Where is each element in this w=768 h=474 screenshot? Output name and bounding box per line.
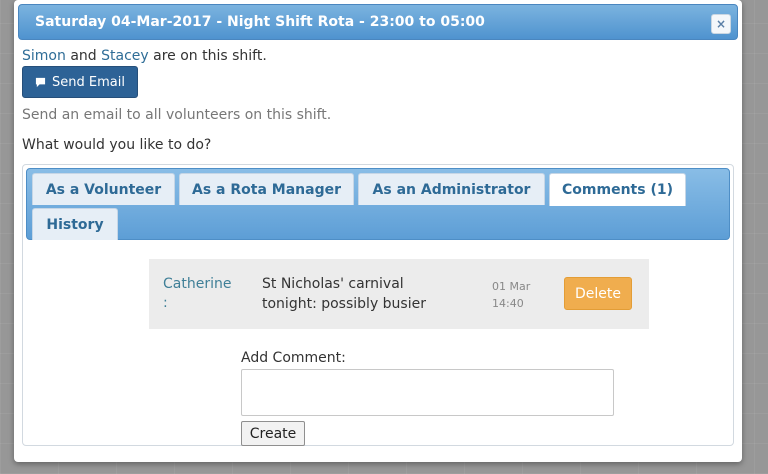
tab-administrator[interactable]: As an Administrator xyxy=(358,173,545,205)
tab-comments-label: Comments (1) xyxy=(562,182,673,198)
comment-date: 01 Mar xyxy=(492,280,531,293)
close-button[interactable]: × xyxy=(711,14,731,34)
tab-rota-manager-label: As a Rota Manager xyxy=(192,181,341,198)
tab-history-label: History xyxy=(46,216,104,233)
comment-item: Catherine : St Nicholas' carnival tonigh… xyxy=(149,259,649,329)
tab-comments[interactable]: Comments (1) xyxy=(549,173,686,206)
tab-history[interactable]: History xyxy=(32,208,118,240)
dialog-title: Saturday 04-Mar-2017 - Night Shift Rota … xyxy=(35,14,485,30)
comment-icon xyxy=(35,77,46,87)
send-email-button[interactable]: Send Email xyxy=(22,66,138,98)
tab-rota-manager[interactable]: As a Rota Manager xyxy=(179,173,354,205)
actions-panel: As a Volunteer As a Rota Manager As an A… xyxy=(22,164,734,446)
tab-administrator-label: As an Administrator xyxy=(372,181,531,198)
send-email-description: Send an email to all volunteers on this … xyxy=(22,107,332,123)
volunteer-link-stacey[interactable]: Stacey xyxy=(101,48,149,64)
volunteer-link-simon[interactable]: Simon xyxy=(22,48,66,64)
tab-volunteer-label: As a Volunteer xyxy=(45,181,162,198)
action-prompt: What would you like to do? xyxy=(22,137,212,153)
comment-timestamp: 01 Mar 14:40 xyxy=(492,278,530,312)
create-comment-button[interactable]: Create xyxy=(241,421,305,446)
tab-volunteer[interactable]: As a Volunteer xyxy=(32,173,175,205)
volunteers-suffix: are on this shift. xyxy=(153,48,267,64)
close-icon: × xyxy=(715,17,727,31)
delete-comment-button[interactable]: Delete xyxy=(564,277,632,310)
add-comment-label: Add Comment: xyxy=(241,350,346,366)
tab-bar: As a Volunteer As a Rota Manager As an A… xyxy=(26,168,730,240)
comment-author[interactable]: Catherine xyxy=(163,275,231,293)
shift-volunteers-line: Simon and Stacey are on this shift. xyxy=(22,48,267,64)
dialog-titlebar[interactable]: Saturday 04-Mar-2017 - Night Shift Rota … xyxy=(18,4,738,40)
volunteers-joiner: and xyxy=(70,48,97,64)
comment-author-colon: : xyxy=(163,295,168,311)
send-email-label: Send Email xyxy=(52,74,125,90)
shift-dialog: Saturday 04-Mar-2017 - Night Shift Rota … xyxy=(14,0,742,462)
comment-text: St Nicholas' carnival tonight: possibly … xyxy=(262,276,426,312)
comment-textarea[interactable] xyxy=(241,369,614,416)
comment-time: 14:40 xyxy=(492,297,524,310)
